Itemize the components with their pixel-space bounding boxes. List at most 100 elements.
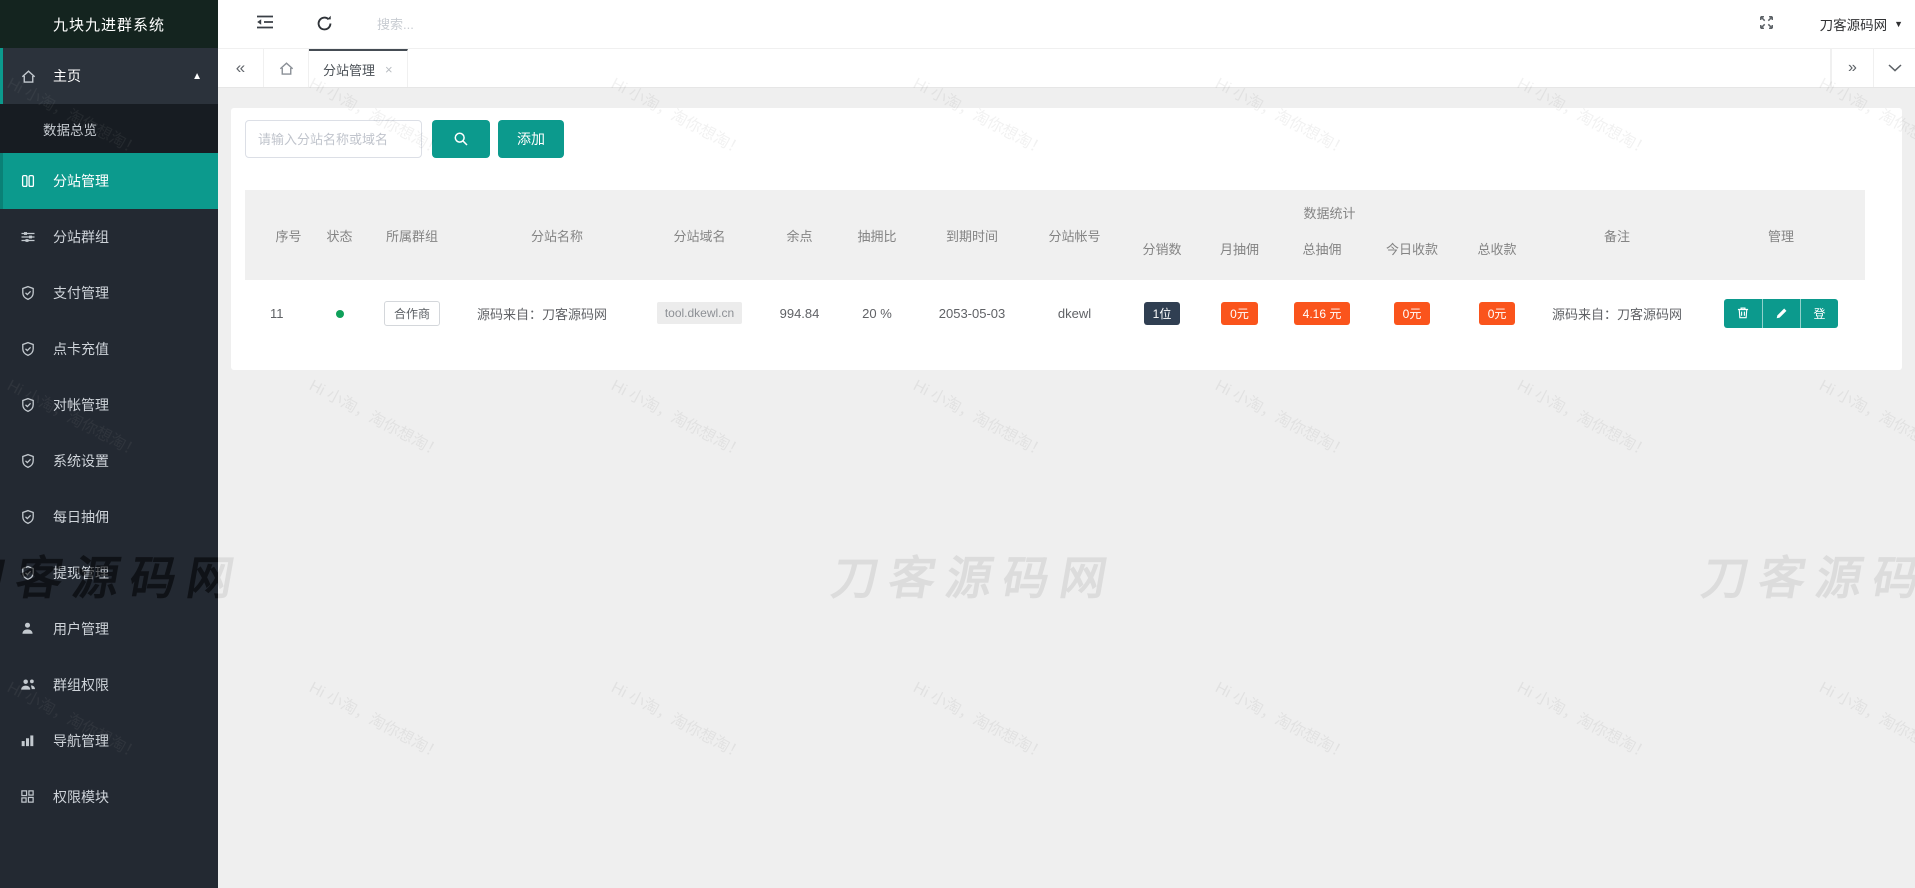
edit-button[interactable] [1762,298,1801,328]
tab-active[interactable]: 分站管理 × [309,49,408,87]
col-balance: 余点 [762,190,837,280]
status-online-dot [335,309,344,318]
distributors-badge: 1位 [1143,301,1181,325]
cell-rate: 20 % [862,305,892,321]
columns-icon [20,173,37,190]
tabs-menu-button[interactable] [1873,49,1915,87]
main-area: 刀客源码网 ▼ « 分站管理 × » [218,0,1915,888]
sidebar-item-label: 支付管理 [53,285,109,301]
today-income-badge: 0元 [1393,301,1431,325]
sidebar-item-label: 用户管理 [53,621,109,637]
sidebar-item-label: 导航管理 [53,733,109,749]
sidebar-item-label: 分站群组 [53,229,109,245]
app-window: 九块九进群系统 主页 ▲ 数据总览 分站管理 分站群组 支付管理 点卡充值 对帐管理 系统设置每… [0,0,1915,888]
sidebar-item-13[interactable]: 权限模块 [0,769,218,825]
shield-check-icon [20,285,37,302]
search-button[interactable] [432,120,490,158]
col-domain: 分站域名 [637,190,762,280]
sidebar-item-label: 系统设置 [53,453,109,469]
col-seq: 序号 [245,190,307,280]
cell-balance: 994.84 [779,305,820,321]
sidebar-item-8[interactable]: 每日抽佣 [0,489,218,545]
total-commission-badge: 4.16 元 [1293,301,1351,325]
col-month-commission: 月抽佣 [1202,235,1277,280]
user-icon [20,621,37,638]
shield-check-icon [20,397,37,414]
cell-site-name: 源码来自：刀客源码网 [477,306,608,322]
sidebar-item-label: 群组权限 [53,677,109,693]
shield-check-icon [20,341,37,358]
sidebar-item-7[interactable]: 系统设置 [0,433,218,489]
home-icon [20,68,37,85]
app-title: 九块九进群系统 [0,0,218,48]
site-table: 序号 状态 所属群组 分站名称 分站域名 余点 抽拥比 到期时间 分站帐号 数据… [245,190,1866,346]
top-navbar: 刀客源码网 ▼ [218,0,1915,48]
sidebar-item-12[interactable]: 导航管理 [0,713,218,769]
sidebar-item-3[interactable]: 分站群组 [0,209,218,265]
cell-domain: tool.dkewl.cn [637,280,762,346]
delete-button[interactable] [1724,298,1763,328]
sidebar-item-label: 每日抽佣 [53,509,109,525]
shield-check-icon [20,453,37,470]
collapse-menu-icon[interactable] [255,14,275,34]
content-area: 添加 序号 状态 所属群组 分站名称 [218,88,1915,888]
col-distributors: 分销数 [1122,235,1202,280]
cell-manage: 登 [1697,280,1865,346]
sidebar-item-label: 提现管理 [53,565,109,581]
refresh-icon[interactable] [315,14,335,34]
col-status: 状态 [307,190,372,280]
domain-tag[interactable]: tool.dkewl.cn [656,302,743,324]
global-search-input[interactable] [377,16,597,32]
navbar-right: 刀客源码网 ▼ [1758,14,1915,34]
table-row: 11 合作商 源码来自：刀客源码网 tool.dkewl.cn 994.84 2… [245,280,1865,346]
cell-total-income: 0元 [1457,280,1537,346]
chevron-down-icon [1887,64,1902,72]
add-button[interactable]: 添加 [498,120,564,158]
sidebar-item-0[interactable]: 主页 ▲ [0,48,218,104]
tab-active-label: 分站管理 [323,62,376,78]
col-total-commission: 总抽佣 [1277,235,1367,280]
home-tab[interactable] [264,49,309,87]
group-tag: 合作商 [383,300,440,326]
home-icon [278,60,295,77]
fullscreen-icon[interactable] [1758,14,1778,34]
col-manage: 管理 [1697,190,1866,280]
sidebar-item-label: 数据总览 [43,122,97,138]
grid-icon [20,789,37,806]
site-search-input[interactable] [245,120,422,158]
sidebar-item-5[interactable]: 点卡充值 [0,321,218,377]
sidebar-item-2[interactable]: 分站管理 [0,153,218,209]
sidebar-item-4[interactable]: 支付管理 [0,265,218,321]
sidebar-item-label: 权限模块 [53,789,109,805]
tabs-scroll-left-button[interactable]: « [218,49,264,87]
sidebar-item-label: 对帐管理 [53,397,109,413]
col-expire: 到期时间 [917,190,1027,280]
cell-account: dkewl [1057,305,1092,321]
cell-today-income: 0元 [1367,280,1457,346]
sidebar-item-label: 点卡充值 [53,341,109,357]
search-icon [453,131,469,147]
user-dropdown[interactable]: 刀客源码网 ▼ [1820,14,1903,34]
cell-status [307,280,372,346]
sidebar-item-9[interactable]: 提现管理 [0,545,218,601]
cell-seq: 11 [270,305,284,321]
sidebar-item-6[interactable]: 对帐管理 [0,377,218,433]
month-commission-badge: 0元 [1221,301,1258,325]
col-rate: 抽拥比 [837,190,917,280]
users-icon [20,677,37,694]
pencil-icon [1775,307,1788,320]
col-stats-group: 数据统计 [1122,190,1538,235]
shield-check-icon [20,509,37,526]
total-income-badge: 0元 [1478,301,1516,325]
sidebar-item-11[interactable]: 群组权限 [0,657,218,713]
sidebar-item-1[interactable]: 数据总览 [0,104,218,153]
cell-distributors: 1位 [1122,280,1202,346]
sidebar-menu: 主页 ▲ 数据总览分站管理分站群组支付管理点卡充值对帐管理系统设置每日抽佣提现管理用… [0,48,218,825]
tabs-scroll-right-button[interactable]: » [1831,49,1873,87]
tab-close-icon[interactable]: × [385,62,393,77]
login-button[interactable]: 登 [1800,298,1839,328]
caret-up-icon: ▲ [192,70,202,82]
sidebar-item-10[interactable]: 用户管理 [0,601,218,657]
site-management-card: 添加 序号 状态 所属群组 分站名称 [231,108,1902,370]
cell-remark: 源码来自：刀客源码网 [1552,306,1683,322]
